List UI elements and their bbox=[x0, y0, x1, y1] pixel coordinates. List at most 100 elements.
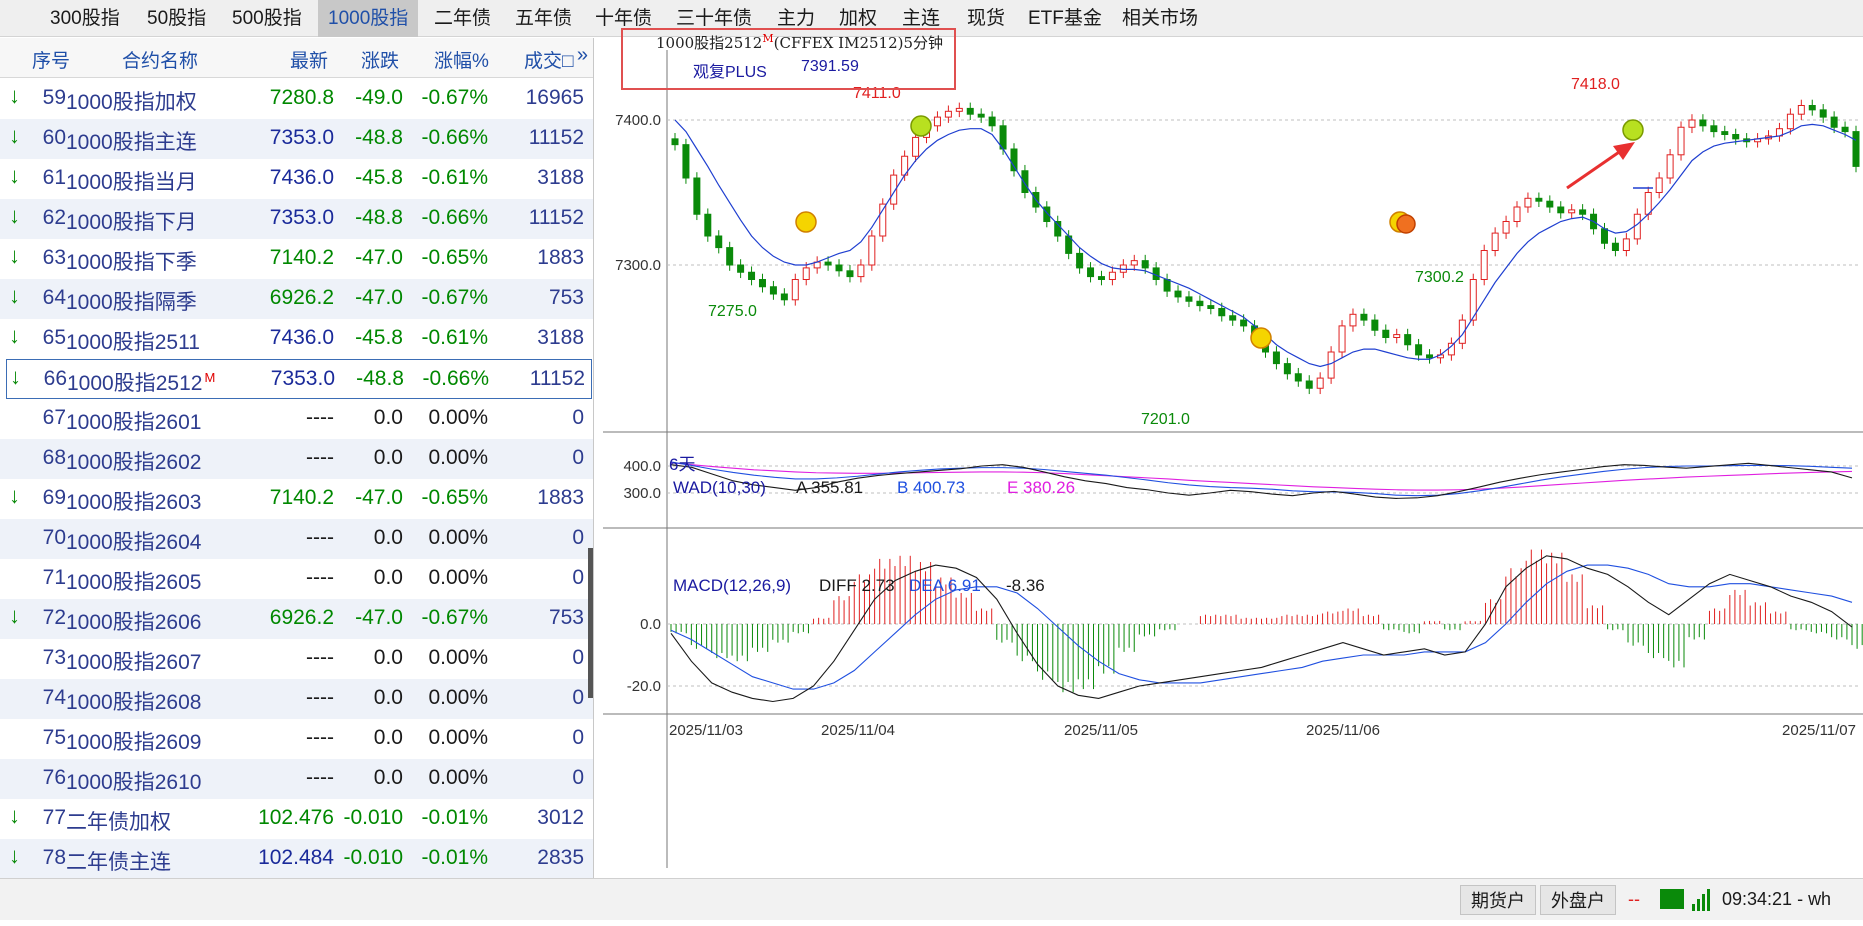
candle-body bbox=[955, 107, 963, 112]
sell-signal-icon bbox=[910, 115, 932, 137]
candle-body bbox=[1524, 197, 1532, 208]
tab-0[interactable]: 300股指 bbox=[50, 0, 120, 37]
macd-hist-value: -8.36 bbox=[1006, 576, 1045, 595]
candle-body bbox=[966, 107, 974, 115]
table-row[interactable]: ↓ 65 1000股指2511 7436.0 -45.8 -0.61% 3188 bbox=[0, 319, 593, 359]
clock-time: 09:34:21 - wh bbox=[1722, 889, 1832, 909]
tab-1[interactable]: 50股指 bbox=[147, 0, 206, 37]
table-row[interactable]: ↓ 60 1000股指主连 7353.0 -48.8 -0.66% 11152 bbox=[0, 119, 593, 159]
table-row[interactable]: 75 1000股指2609 ---- 0.0 0.00% 0 bbox=[0, 719, 593, 759]
volume: 0 bbox=[572, 566, 584, 589]
kline-chart-area[interactable]: 7400.0 7300.0 7411.0 7275.0 7201.0 7300.2 7418… bbox=[603, 28, 1863, 878]
candle-body bbox=[988, 116, 996, 127]
candle-body bbox=[977, 113, 985, 118]
table-row[interactable]: 76 1000股指2610 ---- 0.0 0.00% 0 bbox=[0, 759, 593, 799]
kline-chart[interactable]: 7400.07300.07411.07275.07201.07300.27418… bbox=[603, 38, 1863, 878]
volume: 1883 bbox=[537, 246, 584, 269]
candle-body bbox=[1305, 380, 1313, 389]
candle-body bbox=[1207, 305, 1215, 310]
price-extreme-label: 7275.0 bbox=[708, 303, 757, 320]
candle-body bbox=[715, 235, 723, 249]
table-row[interactable]: 67 1000股指2601 ---- 0.0 0.00% 0 bbox=[0, 399, 593, 439]
table-row[interactable]: 70 1000股指2604 ---- 0.0 0.00% 0 bbox=[0, 519, 593, 559]
col-index[interactable]: 序号 bbox=[32, 46, 70, 73]
candle-body bbox=[1633, 213, 1641, 240]
candle-body bbox=[1141, 260, 1149, 269]
candle-body bbox=[1797, 105, 1805, 115]
tab-5[interactable]: 五年债 bbox=[515, 0, 572, 37]
candle-body bbox=[1852, 131, 1860, 167]
table-row[interactable]: 73 1000股指2607 ---- 0.0 0.00% 0 bbox=[0, 639, 593, 679]
candle-body bbox=[912, 136, 920, 157]
days-label: 6天 bbox=[669, 455, 696, 474]
tab-12[interactable]: ETF基金 bbox=[1028, 0, 1102, 37]
candle-body bbox=[1841, 126, 1849, 133]
table-row[interactable]: 68 1000股指2602 ---- 0.0 0.00% 0 bbox=[0, 439, 593, 479]
table-row[interactable]: ↓ 59 1000股指加权 7280.8 -49.0 -0.67% 16965 bbox=[0, 79, 593, 119]
x-axis-date-label: 2025/11/06 bbox=[1306, 722, 1380, 739]
macd-tick-label: 0.0 bbox=[640, 616, 661, 633]
candle-body bbox=[1097, 276, 1105, 281]
connection-grid-icon bbox=[1660, 889, 1684, 909]
candle-body bbox=[1415, 344, 1423, 356]
candle-body bbox=[1229, 315, 1237, 321]
col-change-pct[interactable]: 涨幅% bbox=[434, 46, 489, 73]
tab-13[interactable]: 相关市场 bbox=[1122, 0, 1198, 37]
tab-11[interactable]: 现货 bbox=[967, 0, 1005, 37]
candle-body bbox=[1557, 206, 1565, 214]
scroll-right-icon[interactable]: » bbox=[577, 44, 588, 67]
col-volume[interactable]: 成交□ bbox=[524, 46, 573, 73]
candle-body bbox=[1272, 351, 1280, 365]
table-row[interactable]: ↓ 69 1000股指2603 7140.2 -47.0 -0.65% 1883 bbox=[0, 479, 593, 519]
wad-tick-label: 400.0 bbox=[623, 458, 661, 475]
vertical-scrollbar[interactable] bbox=[588, 548, 593, 698]
outer-account-button[interactable]: 外盘户 bbox=[1540, 885, 1616, 915]
price-extreme-label: 7201.0 bbox=[1141, 411, 1190, 428]
table-row[interactable]: ↓ 64 1000股指隔季 6926.2 -47.0 -0.67% 753 bbox=[0, 279, 593, 319]
table-row[interactable]: ↓ 66 1000股指2512 M 7353.0 -48.8 -0.66% 11152 bbox=[6, 359, 592, 399]
volume: 3188 bbox=[537, 326, 584, 349]
candle-body bbox=[835, 264, 843, 272]
candle-body bbox=[1710, 125, 1718, 133]
tab-3[interactable]: 1000股指 bbox=[318, 0, 419, 37]
table-row[interactable]: 71 1000股指2605 ---- 0.0 0.00% 0 bbox=[0, 559, 593, 599]
candle-body bbox=[769, 286, 777, 295]
macd-diff-value: DIFF 2.73 bbox=[819, 576, 895, 595]
volume: 0 bbox=[572, 526, 584, 549]
tab-4[interactable]: 二年债 bbox=[434, 0, 491, 37]
candle-body bbox=[1294, 373, 1302, 382]
tab-2[interactable]: 500股指 bbox=[232, 0, 302, 37]
candle-body bbox=[791, 279, 799, 301]
candle-body bbox=[1174, 290, 1182, 298]
price-tick-label: 7300.0 bbox=[615, 257, 661, 274]
volume: 0 bbox=[572, 726, 584, 749]
table-row[interactable]: ↓ 72 1000股指2606 6926.2 -47.0 -0.67% 753 bbox=[0, 599, 593, 639]
volume: 11152 bbox=[529, 367, 585, 390]
table-row[interactable]: 74 1000股指2608 ---- 0.0 0.00% 0 bbox=[0, 679, 593, 719]
volume: 1883 bbox=[537, 486, 584, 509]
col-contract-name[interactable]: 合约名称 bbox=[122, 46, 198, 73]
table-row[interactable]: ↓ 78 二年债主连 102.484 -0.010 -0.01% 2835 bbox=[0, 839, 593, 878]
candle-body bbox=[758, 279, 766, 288]
volume: 0 bbox=[572, 446, 584, 469]
futures-account-button[interactable]: 期货户 bbox=[1460, 885, 1536, 915]
candle-body bbox=[1447, 342, 1455, 356]
table-row[interactable]: ↓ 63 1000股指下季 7140.2 -47.0 -0.65% 1883 bbox=[0, 239, 593, 279]
candle-body bbox=[1688, 119, 1696, 128]
candle-body bbox=[1283, 363, 1291, 375]
candle-body bbox=[1808, 105, 1816, 111]
col-last-price[interactable]: 最新 bbox=[290, 46, 328, 73]
candle-body bbox=[1480, 250, 1488, 280]
candle-body bbox=[682, 144, 690, 179]
price-extreme-label: 7300.2 bbox=[1415, 269, 1464, 286]
candle-body bbox=[748, 271, 756, 280]
volume: 0 bbox=[572, 766, 584, 789]
candle-body bbox=[1546, 200, 1554, 208]
price-tick-label: 7400.0 bbox=[615, 112, 661, 129]
candle-body bbox=[1240, 319, 1248, 327]
connection-dash-icon: -- bbox=[1628, 889, 1640, 909]
table-row[interactable]: ↓ 77 二年债加权 102.476 -0.010 -0.01% 3012 bbox=[0, 799, 593, 839]
table-row[interactable]: ↓ 61 1000股指当月 7436.0 -45.8 -0.61% 3188 bbox=[0, 159, 593, 199]
col-change[interactable]: 涨跌 bbox=[361, 46, 399, 73]
table-row[interactable]: ↓ 62 1000股指下月 7353.0 -48.8 -0.66% 11152 bbox=[0, 199, 593, 239]
